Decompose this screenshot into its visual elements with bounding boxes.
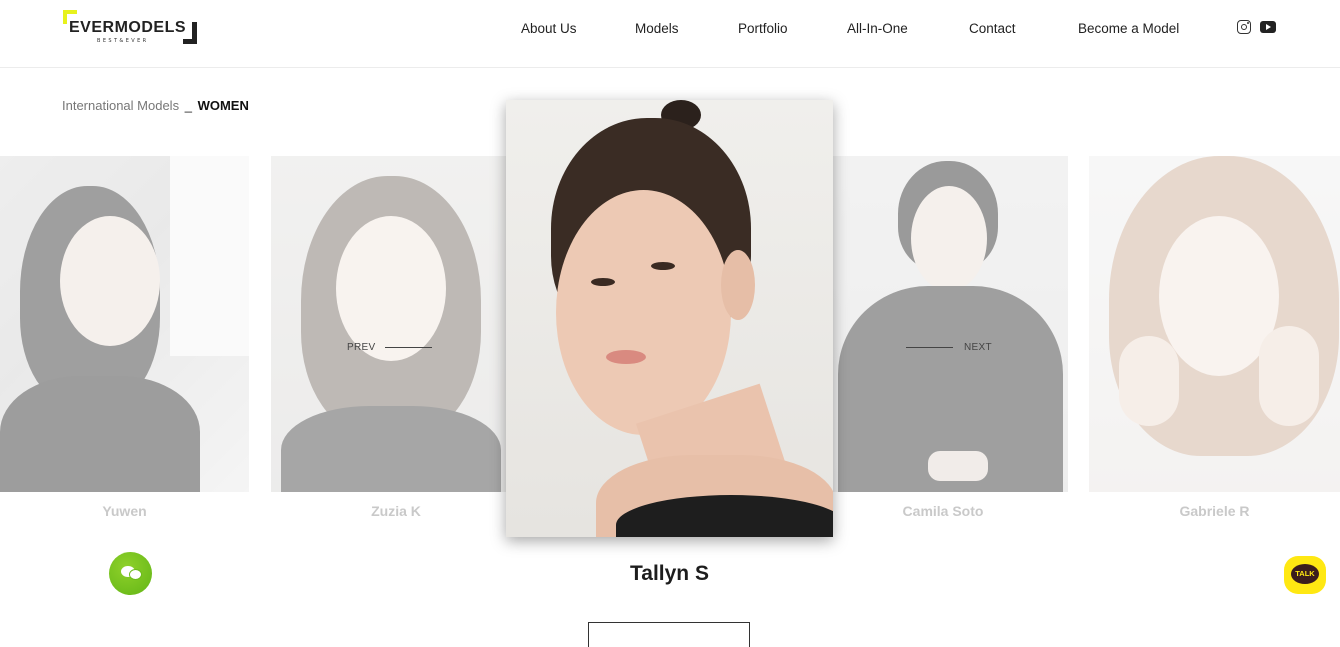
nav-portfolio[interactable]: Portfolio <box>738 21 788 36</box>
site-header: EVERMODELS BEST&EVER About Us Models Por… <box>0 0 1340 68</box>
model-card-yuwen[interactable] <box>0 156 249 492</box>
model-name[interactable]: Yuwen <box>0 503 249 519</box>
logo-tagline: BEST&EVER <box>97 38 149 44</box>
model-name[interactable]: Gabriele R <box>1089 503 1340 519</box>
model-card-zuzia-k[interactable] <box>271 156 506 492</box>
nav-about-us[interactable]: About Us <box>521 21 577 36</box>
nav-models[interactable]: Models <box>635 21 679 36</box>
breadcrumb: International Models _ WOMEN <box>62 98 249 113</box>
youtube-icon[interactable] <box>1260 21 1276 33</box>
next-button[interactable]: NEXT <box>964 342 992 353</box>
instagram-icon[interactable] <box>1237 20 1251 34</box>
model-card-camila-soto[interactable] <box>833 156 1068 492</box>
kakao-talk-button[interactable]: TALK <box>1284 556 1326 594</box>
breadcrumb-current: WOMEN <box>197 98 249 113</box>
next-line <box>906 347 953 348</box>
breadcrumb-parent[interactable]: International Models <box>62 98 179 113</box>
talk-icon: TALK <box>1291 564 1319 584</box>
logo-bracket-right <box>192 22 197 44</box>
prev-line <box>385 347 432 348</box>
view-profile-button[interactable] <box>588 622 750 647</box>
model-photo <box>506 100 833 537</box>
logo-bracket-left <box>63 10 67 24</box>
model-card-tallyn-s[interactable] <box>506 100 833 537</box>
nav-contact[interactable]: Contact <box>969 21 1016 36</box>
model-name[interactable]: Zuzia K <box>271 503 521 519</box>
breadcrumb-separator: _ <box>184 98 192 113</box>
logo-wordmark: EVERMODELS <box>69 19 187 36</box>
active-model-name[interactable]: Tallyn S <box>506 562 833 586</box>
evermodels-logo[interactable]: EVERMODELS BEST&EVER <box>63 10 199 44</box>
chat-bubble-icon[interactable] <box>109 552 152 595</box>
nav-all-in-one[interactable]: All-In-One <box>847 21 908 36</box>
prev-button[interactable]: PREV <box>347 342 375 353</box>
model-name[interactable]: Camila Soto <box>818 503 1068 519</box>
model-card-gabriele-r[interactable] <box>1089 156 1340 492</box>
nav-become-a-model[interactable]: Become a Model <box>1078 21 1179 36</box>
